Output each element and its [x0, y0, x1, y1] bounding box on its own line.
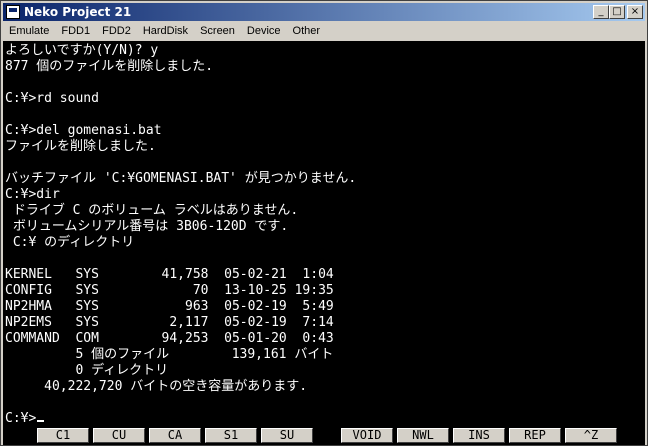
menu-screen[interactable]: Screen [194, 25, 241, 37]
fkey-ca[interactable]: CA [149, 428, 201, 443]
title-bar[interactable]: Neko Project 21 _ □ × [3, 3, 645, 21]
text-cursor [37, 420, 45, 422]
console-line: ボリュームシリアル番号は 3B06-120D です. [5, 219, 289, 234]
menu-harddisk[interactable]: HardDisk [137, 25, 194, 37]
console-line: 0 ディレクトリ [5, 363, 169, 378]
emulator-window: Neko Project 21 _ □ × Emulate FDD1 FDD2 … [0, 0, 648, 446]
console-line: CONFIG SYS 70 13-10-25 19:35 [5, 283, 334, 298]
fkey-void[interactable]: VOID [341, 428, 393, 443]
menu-other[interactable]: Other [287, 25, 327, 37]
console-line: 877 個のファイルを削除しました. [5, 59, 214, 74]
console-line: よろしいですか(Y/N)? y [5, 43, 159, 58]
fkey-s1[interactable]: S1 [205, 428, 257, 443]
fkey-c1[interactable]: C1 [37, 428, 89, 443]
emulator-screen[interactable]: よろしいですか(Y/N)? y 877 個のファイルを削除しました. C:¥>r… [3, 41, 645, 427]
window-controls: _ □ × [593, 5, 643, 19]
menu-bar: Emulate FDD1 FDD2 HardDisk Screen Device… [3, 22, 645, 40]
console-line: ドライブ C のボリューム ラベルはありません. [5, 203, 299, 218]
console-line: C:¥>del gomenasi.bat [5, 123, 162, 138]
function-key-bar: C1 CU CA S1 SU VOID NWL INS REP ^Z [3, 427, 645, 445]
console-line: COMMAND COM 94,253 05-01-20 0:43 [5, 331, 334, 346]
console-prompt: C:¥> [5, 411, 37, 426]
console-line: C:¥ のディレクトリ [5, 235, 135, 250]
fkey-ins[interactable]: INS [453, 428, 505, 443]
console-line: NP2HMA SYS 963 05-02-19 5:49 [5, 299, 334, 314]
maximize-button[interactable]: □ [609, 5, 625, 19]
fkey-cu[interactable]: CU [93, 428, 145, 443]
menu-emulate[interactable]: Emulate [3, 25, 55, 37]
console-line: ファイルを削除しました. [5, 139, 156, 154]
app-icon[interactable] [6, 5, 20, 19]
console-line: 40,222,720 バイトの空き容量があります. [5, 379, 308, 394]
menu-fdd2[interactable]: FDD2 [96, 25, 137, 37]
console-line: NP2EMS SYS 2,117 05-02-19 7:14 [5, 315, 334, 330]
console-prompt-line[interactable]: C:¥> [5, 411, 45, 427]
fkey-nwl[interactable]: NWL [397, 428, 449, 443]
window-title: Neko Project 21 [24, 5, 132, 19]
fkey-su[interactable]: SU [261, 428, 313, 443]
fkey-rep[interactable]: REP [509, 428, 561, 443]
console-line: C:¥>dir [5, 187, 60, 202]
fkey-ctrl-z[interactable]: ^Z [565, 428, 617, 443]
menu-device[interactable]: Device [241, 25, 287, 37]
close-button[interactable]: × [627, 5, 643, 19]
console-line: バッチファイル 'C:¥GOMENASI.BAT' が見つかりません. [5, 171, 357, 186]
console-line: 5 個のファイル 139,161 バイト [5, 347, 334, 362]
menu-fdd1[interactable]: FDD1 [55, 25, 96, 37]
console-line: C:¥>rd sound [5, 91, 99, 106]
minimize-button[interactable]: _ [593, 5, 609, 19]
console-line: KERNEL SYS 41,758 05-02-21 1:04 [5, 267, 334, 282]
